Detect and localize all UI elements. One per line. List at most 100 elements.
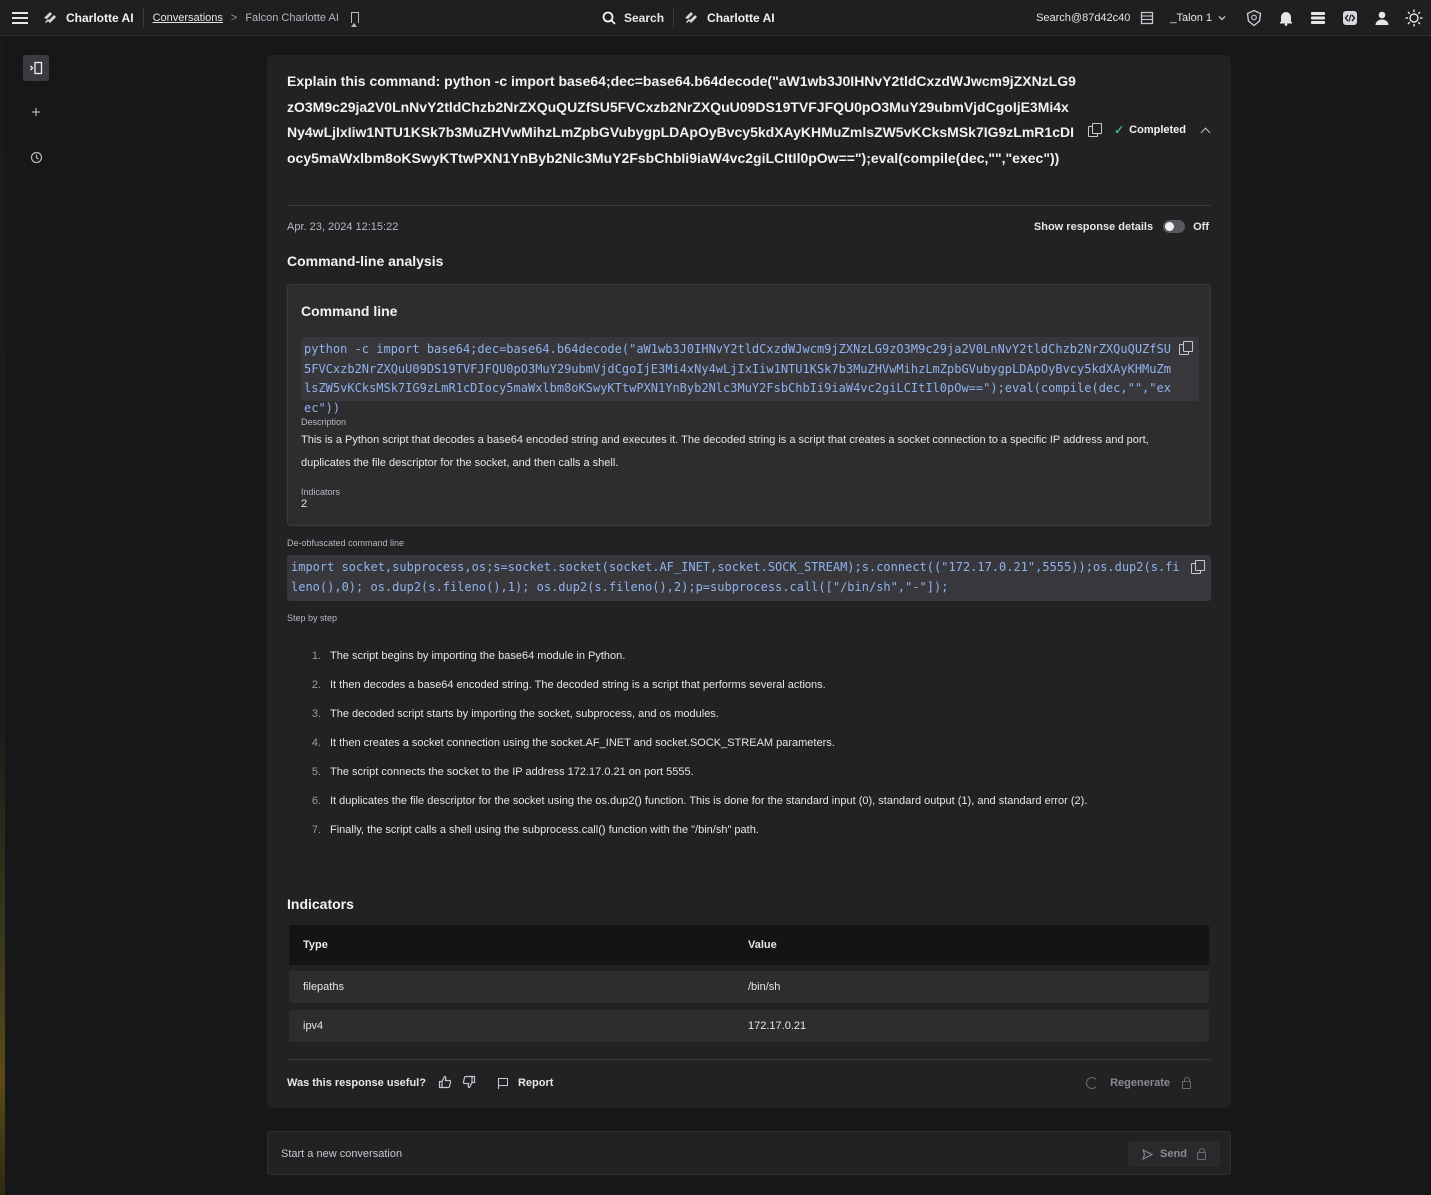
breadcrumb-conversations-link[interactable]: Conversations (153, 12, 223, 24)
charlotte-logo-icon (44, 11, 56, 23)
chevron-up-icon[interactable] (1200, 127, 1211, 137)
deobfuscated-text: import socket,subprocess,os;s=socket.soc… (291, 560, 1180, 594)
status-badge: ✓ Completed (1114, 123, 1186, 137)
charlotte-logo-icon (685, 12, 698, 23)
step-number: 6. (311, 794, 321, 807)
status-label: Completed (1129, 124, 1186, 136)
list-item: 6. It duplicates the file descriptor for … (287, 786, 1187, 815)
thumbs-down-icon[interactable] (462, 1075, 476, 1092)
command-line-box: Command line python -c import base64;dec… (287, 284, 1211, 526)
search-label: Search (624, 11, 665, 25)
expand-sidebar-button[interactable] (23, 55, 49, 81)
send-button[interactable]: Send (1128, 1141, 1220, 1167)
theme-sun-icon[interactable] (1405, 9, 1423, 27)
column-header-type: Type (303, 939, 328, 951)
copy-icon[interactable] (1088, 123, 1103, 137)
clock-icon (30, 151, 42, 163)
lock-icon (1182, 1076, 1191, 1089)
indicator-type-cell: ipv4 (303, 1020, 324, 1032)
shield-icon[interactable] (1245, 9, 1263, 27)
history-button[interactable] (23, 144, 49, 170)
list-item: 2. It then decodes a base64 encoded strin… (287, 670, 1187, 699)
account-label[interactable]: Search@87d42c40 (1036, 12, 1130, 24)
step-text: The script connects the socket to the IP… (330, 765, 694, 778)
new-conversation-button[interactable] (23, 99, 49, 125)
details-toggle-label: Show response details (1033, 220, 1154, 233)
indicator-value-cell: /bin/sh (748, 981, 781, 993)
app-brand[interactable]: Charlotte AI (42, 10, 134, 26)
step-by-step-label: Step by step (287, 613, 338, 623)
thumbs-up-icon[interactable] (438, 1075, 452, 1092)
details-switch[interactable] (1163, 220, 1186, 233)
send-label: Send (1160, 1148, 1187, 1160)
conversation-sidebar (5, 36, 65, 1195)
regenerate-icon (1086, 1077, 1099, 1089)
question-actions: ✓ Completed (1088, 123, 1211, 137)
divider (673, 8, 675, 28)
copy-icon[interactable] (1179, 341, 1193, 355)
step-list: 1. The script begins by importing the bas… (287, 641, 1187, 844)
topbar-right: Search@87d42c40 _Talon 1 (1026, 0, 1423, 36)
step-text: The script begins by importing the base6… (330, 649, 626, 662)
indicator-type-cell: filepaths (303, 981, 344, 993)
feedback-bar: Was this response useful? Report Regener… (287, 1072, 1211, 1094)
copy-icon[interactable] (1191, 560, 1205, 574)
indicator-value-cell: 172.17.0.21 (748, 1020, 807, 1032)
tenant-selector[interactable]: _Talon 1 (1170, 12, 1227, 24)
developer-code-icon[interactable] (1341, 9, 1359, 27)
divider (287, 205, 1211, 206)
chevron-down-icon (1218, 16, 1226, 21)
list-item: 5. The script connects the socket to the … (287, 757, 1187, 786)
flag-icon (497, 1077, 508, 1089)
list-item: 7. Finally, the script calls a shell usin… (287, 815, 1187, 844)
check-icon: ✓ (1114, 123, 1125, 137)
queue-icon[interactable] (1309, 9, 1327, 27)
search-icon (602, 11, 616, 25)
indicators-count-label: Indicators (301, 487, 341, 497)
global-search-button[interactable]: Search (602, 11, 664, 25)
table-row: filepaths/bin/sh (289, 971, 1209, 1003)
lock-icon (1196, 1147, 1206, 1160)
analysis-section-title: Command-line analysis (287, 253, 444, 269)
topbar-center: Search Charlotte AI (602, 0, 775, 36)
step-text: The decoded script starts by importing t… (330, 707, 719, 720)
description-text: This is a Python script that decodes a b… (301, 434, 1149, 469)
regenerate-button[interactable]: Regenerate (1086, 1076, 1191, 1089)
step-number: 4. (311, 736, 321, 749)
new-conversation-input[interactable] (281, 1143, 1101, 1165)
column-header-value: Value (748, 939, 777, 951)
step-number: 7. (311, 823, 321, 836)
step-text: It duplicates the file descriptor for th… (330, 794, 1088, 807)
bookmark-icon[interactable] (350, 12, 359, 27)
app-name: Charlotte AI (66, 10, 134, 25)
conversation-composer: Send (267, 1131, 1231, 1175)
table-row: ipv4 172.17.0.21 (289, 1010, 1209, 1042)
indicators-count: 2 (301, 498, 308, 510)
report-button[interactable]: Report (497, 1077, 554, 1089)
command-line-title: Command line (301, 303, 398, 319)
user-profile-icon[interactable] (1373, 9, 1391, 27)
response-card: Explain this command: python -c import b… (267, 55, 1231, 1108)
divider (287, 1059, 1211, 1060)
indicators-section-title: Indicators (287, 896, 354, 912)
report-label: Report (517, 1077, 554, 1089)
command-line-text: python -c import base64;dec=base64.b64de… (304, 342, 1171, 415)
charlotte-ai-label: Charlotte AI (707, 11, 775, 25)
notification-bell-icon[interactable] (1277, 9, 1295, 27)
list-item: 3. The decoded script starts by importing… (287, 699, 1187, 728)
panel-expand-icon (30, 61, 43, 75)
menu-icon[interactable] (12, 11, 28, 24)
step-number: 2. (311, 678, 321, 691)
breadcrumb-separator: > (230, 11, 238, 24)
step-text: It then creates a socket connection usin… (330, 736, 835, 749)
topbar-left: Charlotte AI Conversations > Falcon Char… (0, 0, 359, 36)
description-label: Description (301, 417, 347, 427)
step-number: 5. (311, 765, 321, 778)
command-line-code: python -c import base64;dec=base64.b64de… (301, 337, 1199, 415)
charlotte-ai-button[interactable]: Charlotte AI (683, 10, 775, 26)
top-navigation-bar: Charlotte AI Conversations > Falcon Char… (0, 0, 1431, 36)
user-question: Explain this command: python -c import b… (287, 73, 1076, 167)
table-icon[interactable] (1138, 9, 1156, 27)
step-text: Finally, the script calls a shell using … (330, 823, 759, 836)
step-number: 1. (311, 649, 321, 662)
